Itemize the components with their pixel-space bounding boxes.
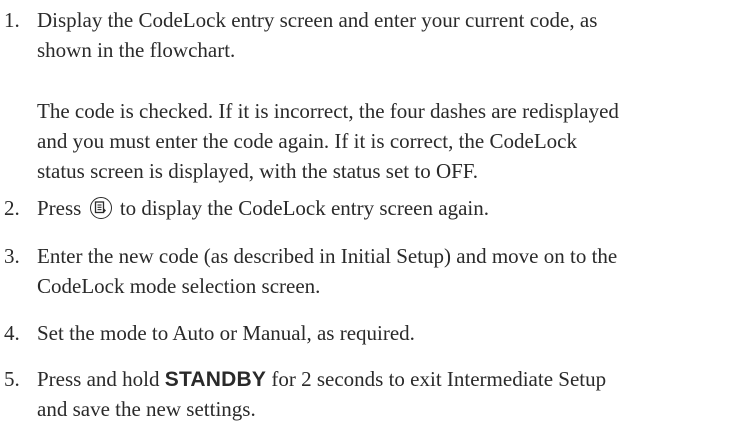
step-number: 3. [4, 244, 20, 268]
step-number: 1. [4, 8, 20, 32]
step-text-line: Display the CodeLock entry screen and en… [37, 8, 598, 32]
step-text-line: Press to display the CodeLock entry scre… [37, 193, 739, 223]
step-number: 2. [4, 196, 20, 220]
note-line: and you must enter the code again. If it… [37, 129, 577, 153]
step-prefix: Press and hold [37, 367, 160, 391]
step-suffix: for 2 seconds to exit Intermediate Setup [271, 367, 607, 391]
instruction-list: 1. Display the CodeLock entry screen and… [0, 0, 746, 421]
step-number: 5. [4, 367, 20, 391]
step-text-line: Press and hold STANDBY for 2 seconds to … [37, 364, 739, 395]
standby-key-label: STANDBY [164, 368, 267, 391]
step-text-line: CodeLock mode selection screen. [37, 274, 321, 298]
menu-button-icon [89, 197, 112, 219]
step-prefix: Press [37, 196, 82, 220]
step-number: 4. [4, 321, 20, 345]
step-text-line: and save the new settings. [37, 397, 256, 421]
note-line: The code is checked. If it is incorrect,… [37, 99, 619, 123]
step-text-line: Enter the new code (as described in Init… [37, 244, 618, 268]
note-line: status screen is displayed, with the sta… [37, 159, 479, 183]
step-suffix: to display the CodeLock entry screen aga… [119, 196, 489, 220]
step-text-line: shown in the flowchart. [37, 38, 236, 62]
step-text-line: Set the mode to Auto or Manual, as requi… [37, 321, 415, 345]
